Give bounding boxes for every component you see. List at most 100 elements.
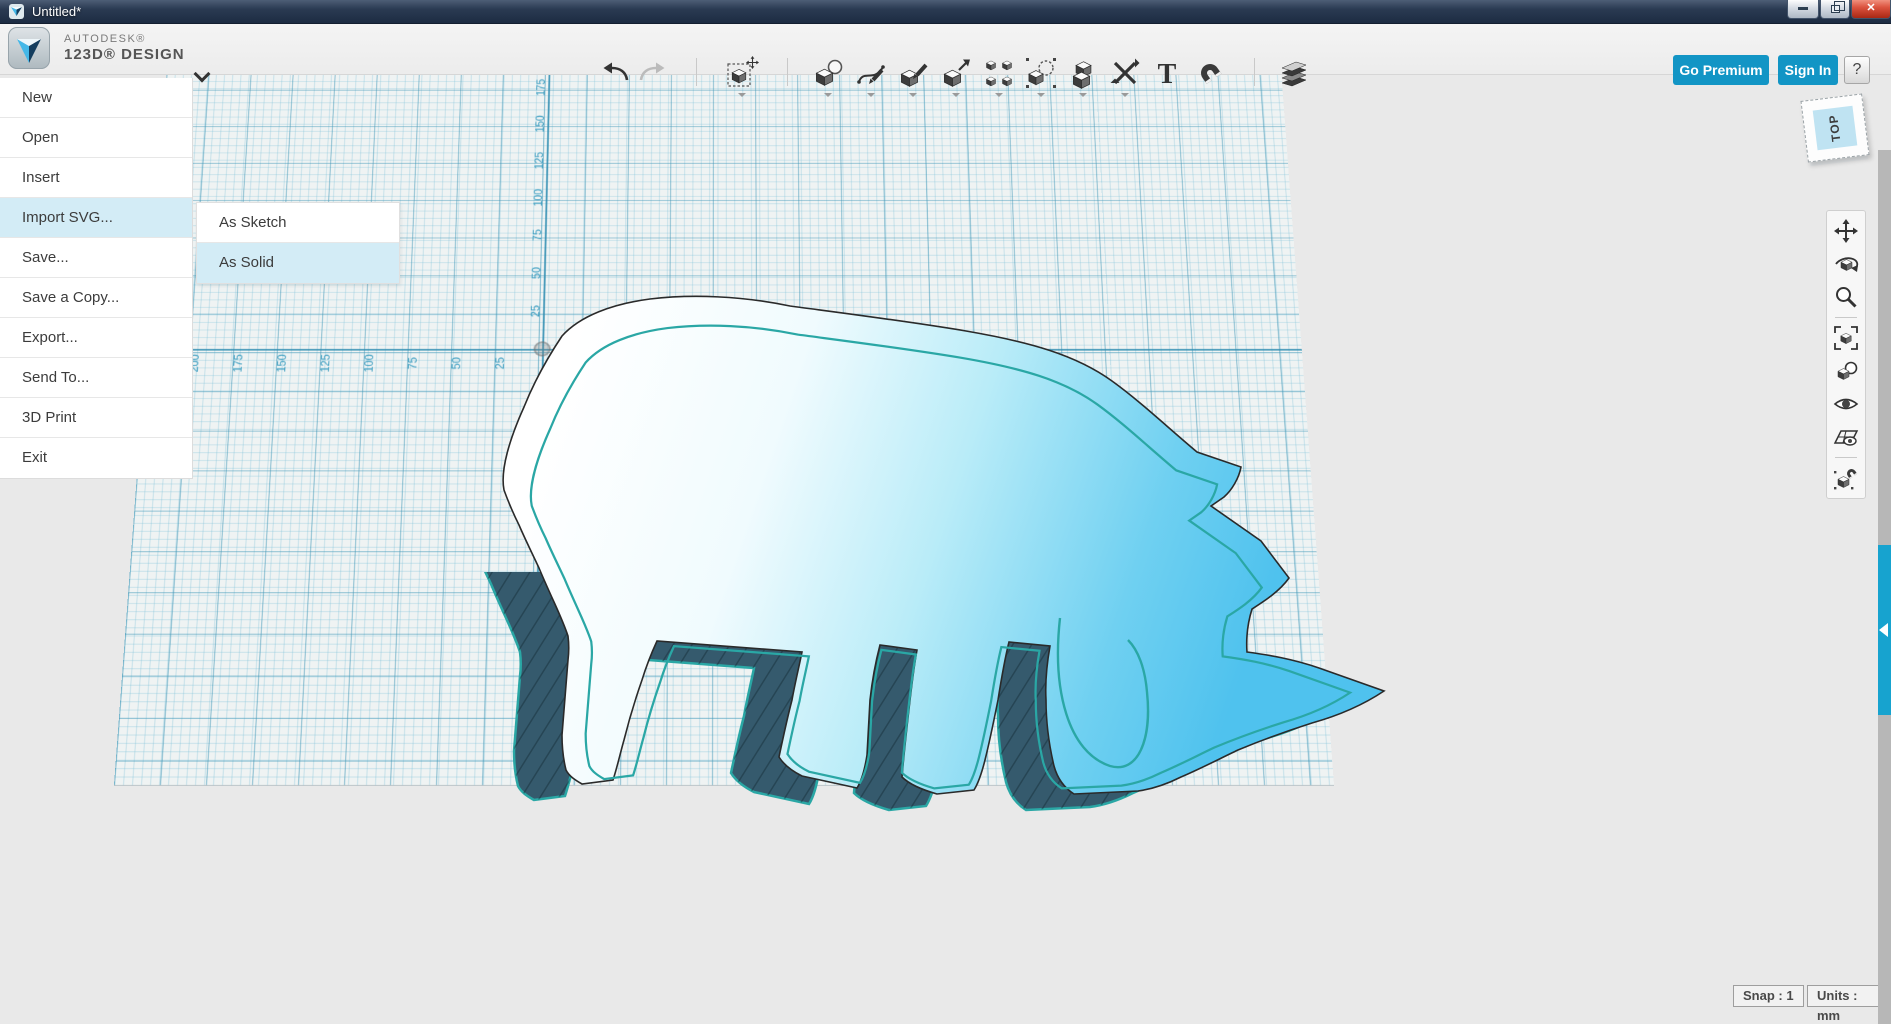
redo-icon — [635, 56, 669, 90]
import-svg-submenu: As Sketch As Solid — [196, 202, 400, 284]
menu-item-send-to[interactable]: Send To... — [0, 358, 192, 398]
primitives-icon — [811, 56, 845, 90]
combine-icon — [1066, 56, 1100, 90]
menu-item-save-a-copy[interactable]: Save a Copy... — [0, 278, 192, 318]
navtools-separator — [1835, 317, 1857, 318]
sign-in-button[interactable]: Sign In — [1778, 55, 1838, 85]
menu-item-save[interactable]: Save... — [0, 238, 192, 278]
measure-button[interactable] — [1106, 54, 1144, 92]
construct-button[interactable] — [894, 54, 932, 92]
help-button[interactable]: ? — [1844, 56, 1870, 84]
zoom-icon — [1833, 284, 1859, 310]
brand-text: AUTODESK® 123D® DESIGN — [64, 33, 185, 63]
menu-item-exit[interactable]: Exit — [0, 438, 192, 478]
rhino-top-face[interactable] — [503, 296, 1384, 794]
view-cube-top-label: TOP — [1826, 114, 1843, 143]
modify-icon — [939, 56, 973, 90]
restore-button[interactable] — [1820, 0, 1850, 19]
minimize-button[interactable] — [1787, 0, 1819, 19]
menu-item-open[interactable]: Open — [0, 118, 192, 158]
show-hide-icon — [1833, 358, 1859, 384]
close-icon: ✕ — [1866, 2, 1875, 14]
primitives-dropdown-caret[interactable] — [824, 93, 832, 97]
modify-button[interactable] — [937, 54, 975, 92]
zoom-button[interactable] — [1832, 284, 1860, 310]
construct-dropdown-caret[interactable] — [909, 93, 917, 97]
toolbar-separator — [787, 58, 788, 86]
submenu-item-as-solid[interactable]: As Solid — [197, 243, 399, 283]
undo-icon — [599, 56, 633, 90]
window-titlebar: Untitled* ✕ — [0, 0, 1891, 24]
material-button[interactable] — [1275, 54, 1313, 92]
construct-icon — [896, 56, 930, 90]
menu-item-export[interactable]: Export... — [0, 318, 192, 358]
brand-autodesk: AUTODESK® — [64, 33, 185, 46]
file-menu: New Open Insert Import SVG... Save... Sa… — [0, 78, 193, 479]
close-button[interactable]: ✕ — [1851, 0, 1891, 19]
main-toolbar: AUTODESK® 123D® DESIGN — [0, 24, 1891, 75]
pan-icon — [1833, 218, 1859, 244]
snap-button[interactable] — [1191, 54, 1229, 92]
app-icon — [9, 4, 24, 19]
text-icon: T — [1150, 56, 1184, 90]
material-icon — [1276, 55, 1312, 91]
menu-item-insert[interactable]: Insert — [0, 158, 192, 198]
view-cube[interactable]: TOP — [1800, 93, 1869, 162]
view-navigation-toolbar — [1826, 210, 1866, 499]
snap-object-button[interactable] — [1832, 465, 1860, 491]
show-hide-button[interactable] — [1832, 358, 1860, 384]
group-dropdown-caret[interactable] — [1037, 93, 1045, 97]
transform-icon — [723, 54, 761, 92]
snap-object-icon — [1833, 465, 1859, 491]
visibility-button[interactable] — [1832, 391, 1860, 417]
view-cube-top-face[interactable]: TOP — [1813, 106, 1858, 151]
sketch-dropdown-caret[interactable] — [867, 93, 875, 97]
pan-button[interactable] — [1832, 218, 1860, 244]
right-window-edge — [1878, 150, 1891, 1024]
navtools-separator — [1835, 457, 1857, 458]
sketch-button[interactable] — [852, 54, 890, 92]
primitives-button[interactable] — [809, 54, 847, 92]
go-premium-button[interactable]: Go Premium — [1673, 55, 1769, 85]
sketch-icon — [854, 56, 888, 90]
measure-icon — [1108, 56, 1142, 90]
group-button[interactable] — [1022, 54, 1060, 92]
minimize-icon — [1798, 7, 1808, 10]
svg-text:T: T — [1158, 59, 1177, 90]
undo-button[interactable] — [597, 54, 635, 92]
grid-toggle-icon — [1833, 424, 1859, 450]
app-logo-icon — [8, 27, 50, 69]
menu-item-new[interactable]: New — [0, 78, 192, 118]
window-title: Untitled* — [32, 4, 81, 19]
restore-icon — [1831, 5, 1840, 13]
transform-button[interactable] — [723, 54, 761, 92]
text-button[interactable]: T — [1148, 54, 1186, 92]
combine-button[interactable] — [1064, 54, 1102, 92]
snap-setting[interactable]: Snap : 1 — [1733, 985, 1804, 1007]
panel-expand-tab[interactable] — [1878, 545, 1891, 715]
eye-icon — [1833, 391, 1859, 417]
redo-button[interactable] — [633, 54, 671, 92]
combine-dropdown-caret[interactable] — [1079, 93, 1087, 97]
grid-toggle-button[interactable] — [1832, 424, 1860, 450]
measure-dropdown-caret[interactable] — [1121, 93, 1129, 97]
pattern-icon — [982, 56, 1016, 90]
orbit-button[interactable] — [1832, 251, 1860, 277]
fit-view-button[interactable] — [1832, 325, 1860, 351]
brand-123d-design: 123D® DESIGN — [64, 46, 185, 63]
app-menu-button[interactable]: AUTODESK® 123D® DESIGN — [8, 27, 185, 69]
pattern-dropdown-caret[interactable] — [995, 93, 1003, 97]
menu-item-import-svg[interactable]: Import SVG... — [0, 198, 192, 238]
transform-dropdown-caret[interactable] — [738, 93, 746, 97]
menu-item-3d-print[interactable]: 3D Print — [0, 398, 192, 438]
orbit-icon — [1833, 251, 1859, 277]
toolbar-separator — [1254, 58, 1255, 86]
fit-view-icon — [1833, 325, 1859, 351]
submenu-item-as-sketch[interactable]: As Sketch — [197, 203, 399, 243]
pattern-button[interactable] — [980, 54, 1018, 92]
snap-icon — [1193, 56, 1227, 90]
chevron-down-icon[interactable] — [196, 68, 209, 81]
toolbar-separator — [696, 58, 697, 86]
group-icon — [1024, 56, 1058, 90]
modify-dropdown-caret[interactable] — [952, 93, 960, 97]
